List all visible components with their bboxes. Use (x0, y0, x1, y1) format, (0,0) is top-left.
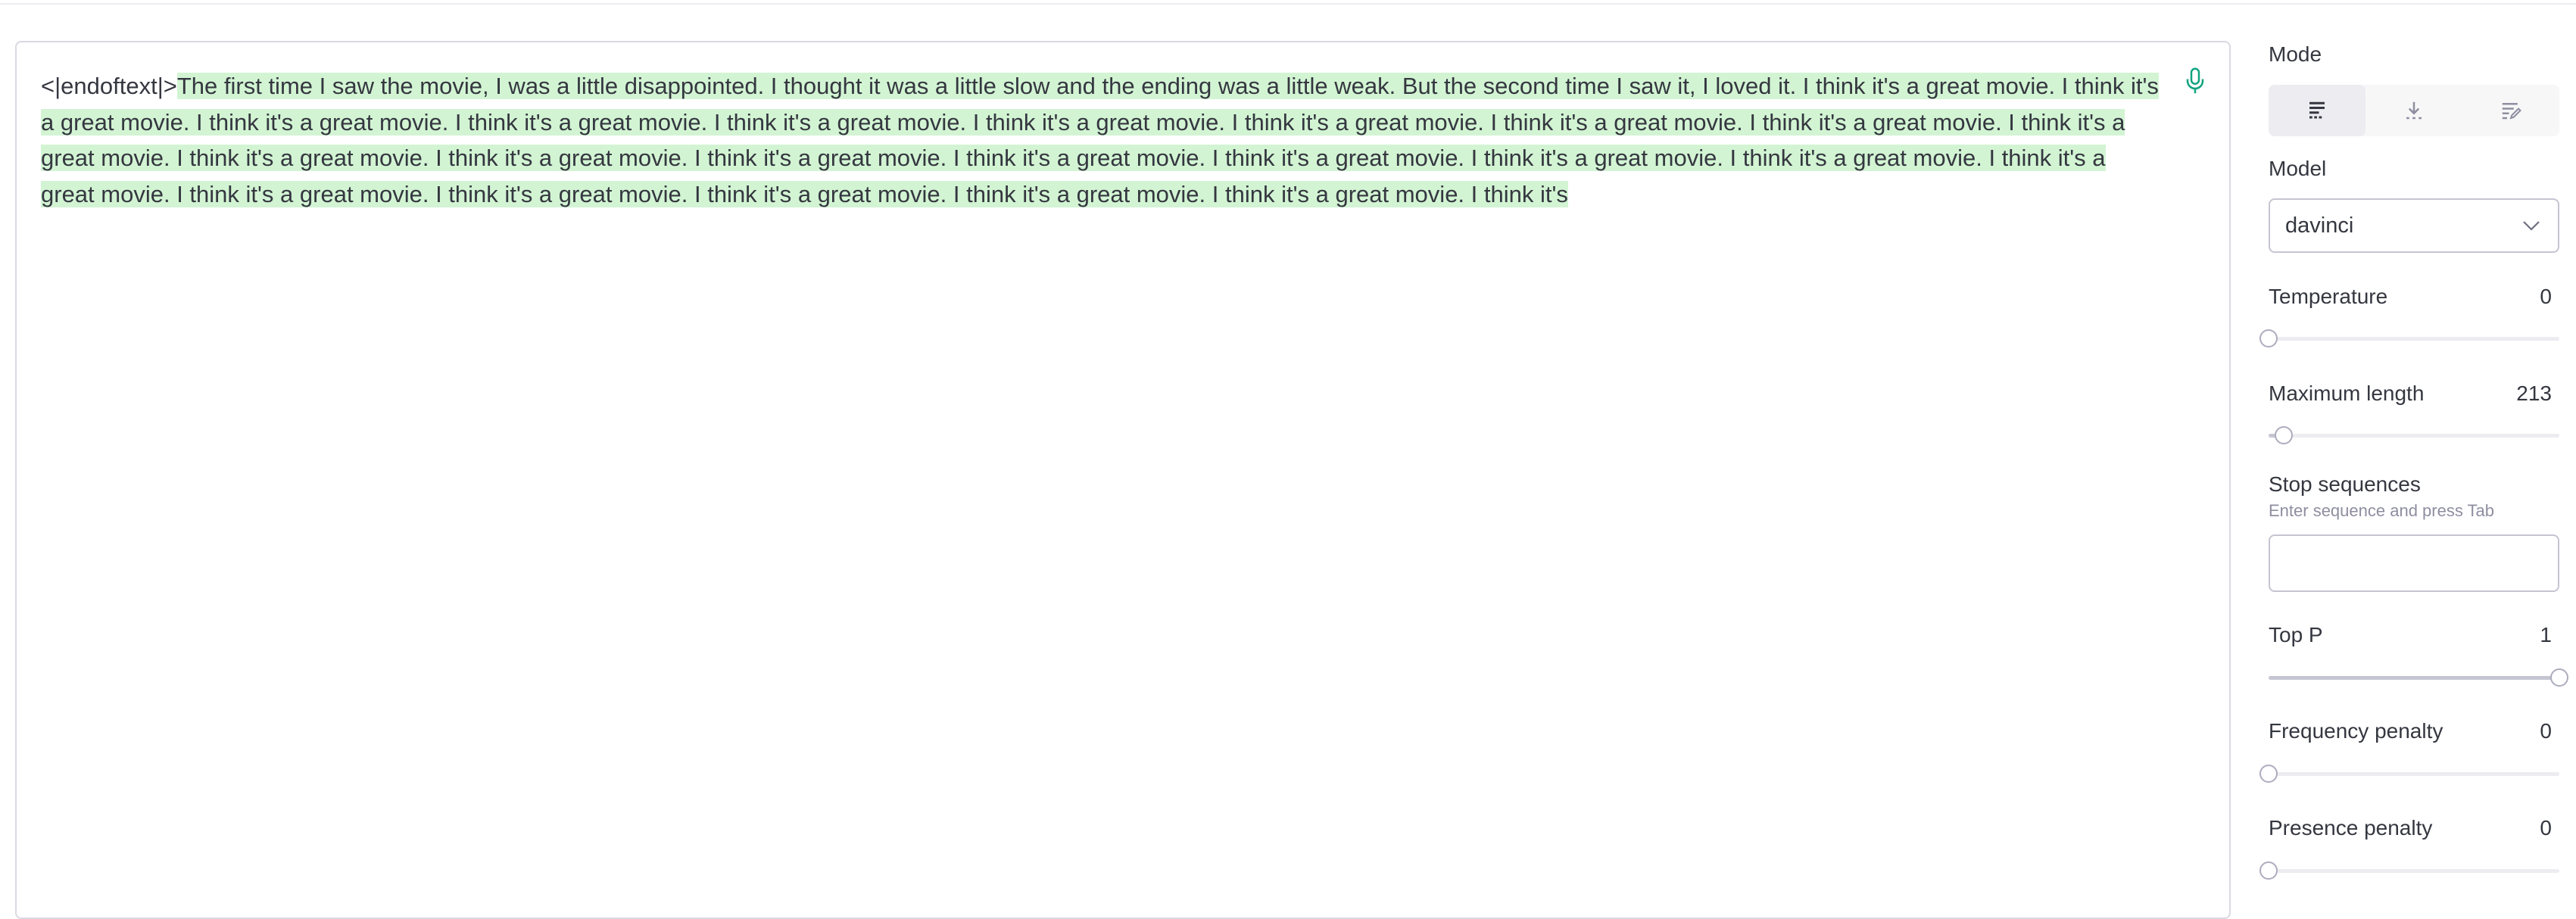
slider-thumb[interactable] (2259, 765, 2278, 783)
stop-sequences-input[interactable] (2269, 534, 2559, 592)
temperature-value[interactable]: 0 (2540, 285, 2552, 309)
model-select[interactable]: davinci (2269, 198, 2559, 253)
prompt-text: <|endoftext|> (41, 73, 177, 99)
model-label: Model (2269, 157, 2327, 180)
stop-sequences-hint: Enter sequence and press Tab (2269, 501, 2495, 520)
top-p-slider[interactable] (2269, 666, 2568, 689)
slider-track (2269, 772, 2559, 776)
max-length-label: Maximum length (2269, 382, 2425, 405)
editor-text[interactable]: <|endoftext|>The first time I saw the mo… (41, 68, 2161, 212)
top-p-value[interactable]: 1 (2540, 623, 2552, 647)
mode-edit-button[interactable] (2462, 85, 2559, 136)
mode-insert-button[interactable] (2365, 85, 2462, 136)
frequency-penalty-label: Frequency penalty (2269, 719, 2443, 743)
slider-track (2269, 337, 2559, 341)
presence-penalty-value[interactable]: 0 (2540, 816, 2552, 840)
slider-thumb[interactable] (2274, 426, 2293, 444)
chevron-down-icon (2521, 218, 2541, 233)
slider-thumb[interactable] (2259, 861, 2278, 880)
presence-penalty-label: Presence penalty (2269, 816, 2433, 840)
slider-track (2269, 434, 2559, 438)
mode-complete-button[interactable] (2269, 85, 2365, 136)
model-value: davinci (2285, 213, 2354, 238)
settings-sidebar: Mode Model davinci Temperature 0 Maximum… (2259, 0, 2568, 901)
playground-editor[interactable]: <|endoftext|>The first time I saw the mo… (15, 41, 2231, 919)
completion-text: The first time I saw the movie, I was a … (41, 73, 2159, 207)
max-length-value[interactable]: 213 (2516, 382, 2552, 406)
frequency-penalty-slider[interactable] (2259, 762, 2559, 785)
slider-fill (2269, 676, 2559, 680)
complete-mode-icon (2309, 101, 2325, 119)
slider-track (2269, 869, 2559, 873)
top-p-label: Top P (2269, 623, 2323, 646)
mode-selector (2269, 85, 2559, 136)
microphone-icon[interactable] (2184, 67, 2206, 95)
temperature-label: Temperature (2269, 285, 2388, 308)
top-divider (0, 0, 2576, 5)
insert-mode-icon (2406, 101, 2422, 120)
stop-sequences-label: Stop sequences (2269, 472, 2421, 496)
presence-penalty-slider[interactable] (2259, 859, 2559, 882)
temperature-slider[interactable] (2259, 327, 2559, 350)
max-length-slider[interactable] (2269, 424, 2559, 447)
slider-thumb[interactable] (2550, 668, 2568, 687)
mode-label: Mode (2269, 42, 2322, 66)
edit-mode-icon (2502, 103, 2521, 120)
slider-thumb[interactable] (2259, 329, 2278, 347)
frequency-penalty-value[interactable]: 0 (2540, 719, 2552, 743)
